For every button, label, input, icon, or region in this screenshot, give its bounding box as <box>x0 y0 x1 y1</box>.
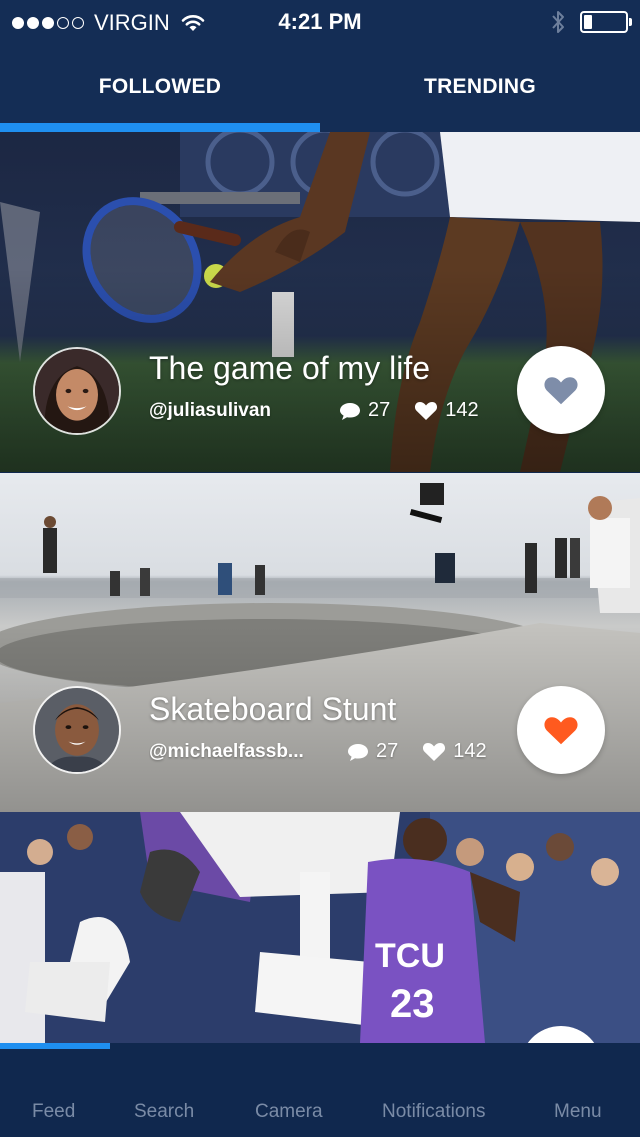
avatar[interactable] <box>33 686 121 774</box>
nav-notifications[interactable]: Notifications <box>382 1101 486 1123</box>
heart-icon <box>415 402 438 420</box>
jersey-number: 23 <box>390 982 435 1026</box>
nav-feed[interactable]: Feed <box>32 1101 75 1123</box>
feed-tabs: FOLLOWED TRENDING <box>0 44 640 132</box>
post-title[interactable]: Skateboard Stunt <box>149 691 396 728</box>
app-header: VIRGIN 4:21 PM FOLLOWED TRENDING <box>0 0 640 132</box>
like-count-value: 142 <box>445 399 479 421</box>
like-count[interactable]: 142 <box>414 399 479 422</box>
like-count[interactable]: 142 <box>422 740 487 763</box>
status-right <box>550 10 632 34</box>
tab-trending[interactable]: TRENDING <box>320 44 640 132</box>
nav-search[interactable]: Search <box>134 1101 194 1123</box>
post-image: TCU 23 <box>0 812 640 1043</box>
heart-icon <box>423 743 446 761</box>
post-meta: @juliasulivan 27 142 <box>149 399 479 422</box>
comment-icon <box>340 402 360 420</box>
author-handle[interactable]: @juliasulivan <box>149 400 309 422</box>
like-button[interactable] <box>517 346 605 434</box>
bottom-nav: Feed Search Camera Notifications Menu <box>0 1043 640 1137</box>
post-feed[interactable]: The game of my life @juliasulivan 27 142 <box>0 132 640 1043</box>
comment-count-value: 27 <box>368 399 391 421</box>
jersey-text: TCU <box>375 937 445 975</box>
comment-count-value: 27 <box>376 740 399 762</box>
post-card[interactable]: TCU 23 <box>0 812 640 1043</box>
post-card[interactable]: Skateboard Stunt @michaelfassb... 27 142 <box>0 473 640 813</box>
nav-camera[interactable]: Camera <box>255 1101 323 1123</box>
post-card[interactable]: The game of my life @juliasulivan 27 142 <box>0 132 640 472</box>
post-title[interactable]: The game of my life <box>149 350 430 387</box>
battery-icon <box>580 11 632 33</box>
avatar[interactable] <box>33 347 121 435</box>
heart-icon <box>544 717 578 745</box>
comment-icon <box>348 743 368 761</box>
comment-count[interactable]: 27 <box>339 399 390 422</box>
author-handle[interactable]: @michaelfassb... <box>149 741 319 763</box>
battery-level <box>584 15 592 29</box>
status-bar: VIRGIN 4:21 PM <box>0 0 640 44</box>
scroll-progress-bar <box>0 1043 110 1049</box>
status-time: 4:21 PM <box>278 9 362 34</box>
like-button[interactable] <box>517 686 605 774</box>
comment-count[interactable]: 27 <box>347 740 398 763</box>
like-count-value: 142 <box>453 740 487 762</box>
post-meta: @michaelfassb... 27 142 <box>149 740 487 763</box>
heart-icon <box>544 377 578 405</box>
bluetooth-icon <box>552 11 564 33</box>
tab-followed[interactable]: FOLLOWED <box>0 44 320 132</box>
nav-menu[interactable]: Menu <box>554 1101 602 1123</box>
